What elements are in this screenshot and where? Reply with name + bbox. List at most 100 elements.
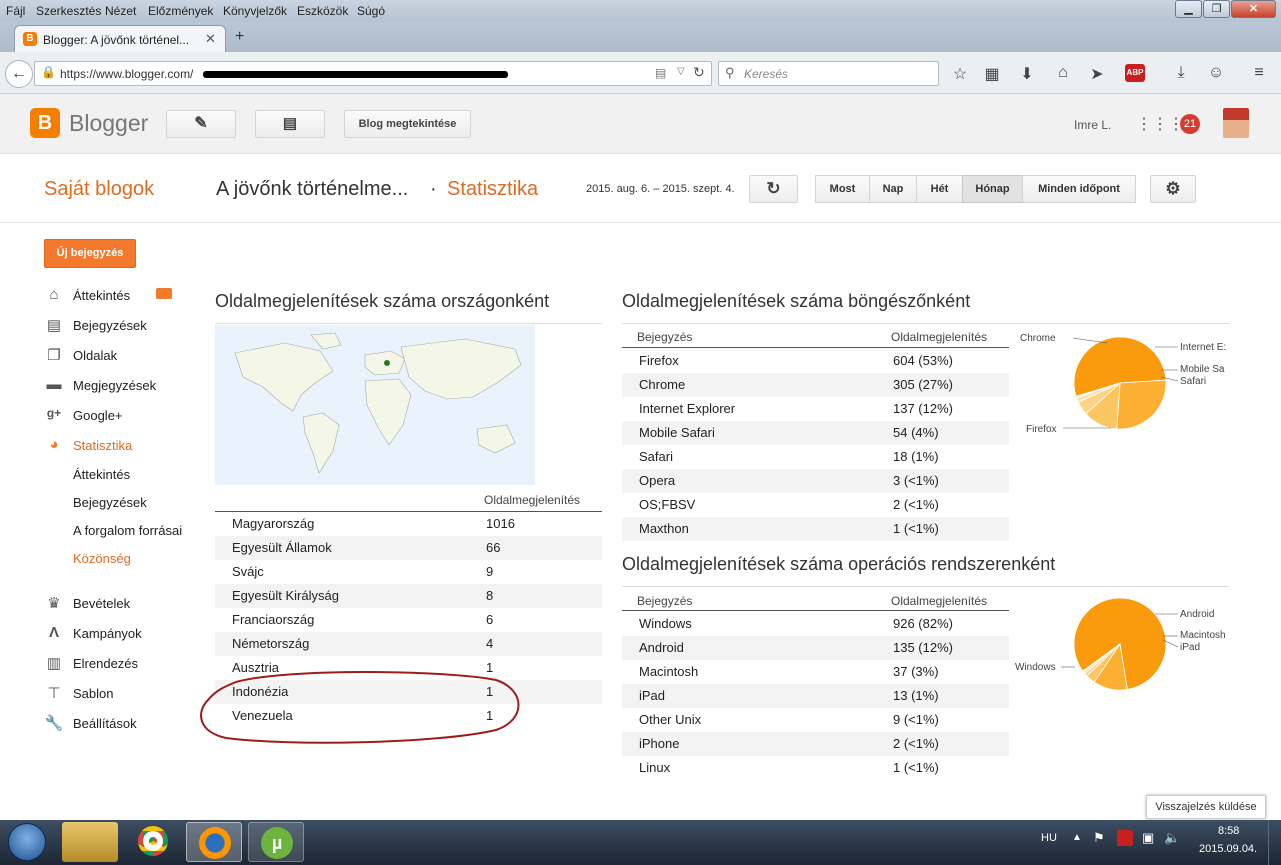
language-indicator[interactable]: HU [1041, 832, 1057, 844]
refresh-button[interactable]: ↻ [749, 175, 798, 203]
flag-icon[interactable]: ⚑ [1093, 830, 1105, 846]
adblock-icon[interactable]: ABP [1125, 64, 1145, 82]
file-explorer-taskbar-icon[interactable] [62, 822, 118, 862]
pie2-label-macintosh: Macintosh [1180, 630, 1226, 641]
stats-pie-icon: ◕ [49, 436, 59, 453]
row-label: Other Unix [639, 712, 702, 727]
sidebar-item-stats[interactable]: Statisztika [73, 438, 132, 453]
reload-icon[interactable]: ↻ [693, 64, 705, 81]
search-field[interactable]: ⚲ Keresés [718, 61, 939, 86]
my-blogs-link[interactable]: Saját blogok [44, 178, 154, 201]
close-window-button[interactable]: ✕ [1231, 0, 1276, 18]
pie2-label-android: Android [1180, 609, 1215, 620]
sidebar-sub-traffic[interactable]: A forgalom forrásai [73, 523, 182, 538]
sidebar-sub-posts[interactable]: Bejegyzések [73, 495, 147, 510]
tray-arrow-icon[interactable]: ▲ [1072, 832, 1082, 843]
back-button[interactable]: ← [5, 60, 33, 88]
user-name[interactable]: Imre L. [1074, 118, 1111, 132]
table-row: Maxthon 1 (<1%) [622, 517, 1009, 541]
close-tab-icon[interactable]: ✕ [205, 31, 216, 47]
new-post-pencil-button[interactable]: ✎ [166, 110, 236, 138]
sidebar-sub-audience[interactable]: Közönség [73, 551, 131, 566]
avatar[interactable] [1223, 108, 1249, 138]
row-value: 2 (<1%) [893, 736, 939, 751]
chrome-taskbar-icon[interactable] [138, 826, 168, 856]
sidebar-item-template[interactable]: Sablon [73, 686, 113, 701]
clock-date[interactable]: 2015.09.04. [1199, 843, 1257, 855]
trophy-icon: ♛ [47, 595, 61, 612]
row-label: Maxthon [639, 521, 689, 536]
reader-icon[interactable]: ▤ [655, 66, 666, 80]
home-icon[interactable]: ⌂ [1053, 64, 1073, 82]
sidebar-item-pages[interactable]: Oldalak [73, 348, 117, 363]
acrobat-tray-icon[interactable] [1117, 830, 1133, 846]
row-value: 4 [486, 636, 494, 651]
chat-icon[interactable]: ☺ [1206, 64, 1226, 82]
row-value: 37 (3%) [893, 664, 939, 679]
row-value: 305 (27%) [893, 377, 953, 392]
menu-bookmarks[interactable]: Könyvjelzők [223, 4, 287, 18]
os-col1-header: Bejegyzés [637, 594, 693, 608]
dropdown-icon[interactable]: ▽ [677, 66, 685, 77]
blogger-logo-text[interactable]: Blogger [69, 110, 148, 137]
bookmark-star-icon[interactable]: ☆ [950, 64, 970, 84]
download-icon[interactable]: ⬇ [1017, 64, 1037, 84]
redaction-mark [203, 71, 508, 78]
menu-history[interactable]: Előzmények [148, 4, 213, 18]
reading-list-icon[interactable]: ▦ [982, 64, 1002, 84]
blogger-logo-icon[interactable]: B [30, 108, 60, 138]
sidebar-sub-overview[interactable]: Áttekintés [73, 467, 130, 482]
start-button[interactable] [8, 823, 46, 861]
menu-file[interactable]: Fájl [6, 4, 25, 18]
wrench-icon: 🔧 [44, 715, 64, 732]
network-icon[interactable]: ▣ [1142, 830, 1154, 846]
row-label: Linux [639, 760, 671, 775]
utorrent-taskbar-icon[interactable]: µ [248, 822, 304, 862]
new-tab-icon[interactable]: + [235, 28, 244, 46]
period-now[interactable]: Most [815, 175, 870, 203]
sidebar-item-overview[interactable]: Áttekintés [73, 288, 130, 303]
sidebar-item-layout[interactable]: Elrendezés [73, 656, 138, 671]
row-value: 18 (1%) [893, 449, 939, 464]
firefox-taskbar-icon[interactable] [186, 822, 242, 862]
sidebar-item-posts[interactable]: Bejegyzések [73, 318, 147, 333]
volume-icon[interactable]: 🔈 [1164, 830, 1180, 846]
settings-gear-button[interactable]: ⚙ [1150, 175, 1196, 203]
url-bar[interactable]: 🔒 https://www.blogger.com/ ▤ ▽ ↻ [34, 61, 712, 86]
table-row: Windows 926 (82%) [622, 612, 1009, 636]
apps-grid-icon[interactable]: ⋮⋮⋮ [1136, 114, 1184, 134]
campaigns-icon: Λ [48, 624, 59, 641]
sidebar-item-earnings[interactable]: Bevételek [73, 596, 130, 611]
posts-list-button[interactable]: ▤ [255, 110, 325, 138]
period-day[interactable]: Nap [869, 175, 917, 203]
minimize-button[interactable]: ▁ [1175, 0, 1202, 18]
browsers-col1-header: Bejegyzés [637, 330, 693, 344]
row-label: Magyarország [232, 516, 315, 531]
period-all-time[interactable]: Minden időpont [1022, 175, 1136, 203]
menu-tools[interactable]: Eszközök [297, 4, 348, 18]
send-feedback-button[interactable]: Visszajelzés küldése [1146, 795, 1266, 819]
period-month-active[interactable]: Hónap [962, 175, 1023, 203]
sidebar-item-comments[interactable]: Megjegyzések [73, 378, 156, 393]
new-post-button[interactable]: Új bejegyzés [44, 239, 136, 268]
show-desktop-button[interactable] [1268, 820, 1281, 865]
row-value: 9 [486, 564, 494, 579]
notifications-badge[interactable]: 21 [1180, 114, 1200, 134]
menu-edit[interactable]: Szerkesztés [36, 4, 101, 18]
menu-view[interactable]: Nézet [105, 4, 136, 18]
period-week[interactable]: Hét [916, 175, 963, 203]
row-label: Macintosh [639, 664, 699, 679]
sidebar-item-google-plus[interactable]: Google+ [73, 408, 123, 423]
clock-time[interactable]: 8:58 [1218, 825, 1239, 837]
browser-tab[interactable]: B Blogger: A jövőnk történel... ✕ [14, 25, 226, 52]
send-icon[interactable]: ➤ [1087, 64, 1107, 84]
view-blog-button[interactable]: Blog megtekintése [344, 110, 471, 138]
hamburger-menu-icon[interactable]: ≡ [1249, 64, 1269, 82]
lock-icon: 🔒 [41, 65, 56, 79]
sidebar-item-campaigns[interactable]: Kampányok [73, 626, 142, 641]
save-page-icon[interactable]: ⤓ [1171, 64, 1191, 82]
blog-title[interactable]: A jövőnk történelme... [216, 178, 408, 201]
maximize-button[interactable]: ❐ [1203, 0, 1230, 18]
menu-help[interactable]: Súgó [357, 4, 385, 18]
sidebar-item-settings[interactable]: Beállítások [73, 716, 137, 731]
